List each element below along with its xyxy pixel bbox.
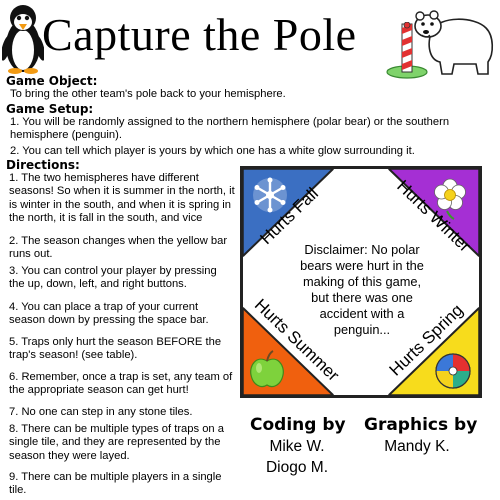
graphics-heading: Graphics by — [364, 415, 478, 435]
direction-item: 8. There can be multiple types of traps … — [9, 423, 224, 462]
graphics-name: Mandy K. — [384, 438, 450, 455]
game-setup-heading: Game Setup: — [6, 102, 94, 116]
setup-item: 1. You will be randomly assigned to the … — [10, 116, 450, 142]
page-title: Capture the Pole — [42, 9, 357, 60]
setup-item: 2. You can tell which player is yours by… — [10, 145, 415, 157]
game-object-heading: Game Object: — [6, 74, 98, 88]
polar-bear-icon — [414, 10, 494, 75]
beach-ball-icon — [435, 353, 471, 389]
direction-item: 5. Traps only hurt the season BEFORE the… — [9, 336, 222, 362]
directions-heading: Directions: — [6, 158, 80, 172]
disclaimer-text: Disclaimer: No polar bears were hurt in … — [300, 242, 424, 337]
direction-item: 6. Remember, once a trap is set, any tea… — [9, 371, 233, 397]
direction-item: 7. No one can step in any stone tiles. — [9, 406, 193, 418]
game-object-text: To bring the other team's pole back to y… — [10, 88, 286, 100]
direction-item: 2. The season changes when the yellow ba… — [9, 235, 228, 261]
penguin-icon — [2, 5, 44, 74]
direction-item: 1. The two hemispheres have different se… — [9, 172, 235, 225]
direction-item: 4. You can place a trap of your current … — [9, 301, 209, 327]
direction-item: 9. There can be multiple players in a si… — [9, 471, 222, 497]
coding-name: Mike W. — [269, 438, 325, 455]
header: Capture the Pole — [0, 0, 500, 80]
direction-item: 3. You can control your player by pressi… — [9, 265, 217, 291]
coding-name: Diogo M. — [265, 459, 329, 476]
game-instructions-page: Capture the Pole Game Object: To bring t… — [0, 0, 500, 500]
coding-heading: Coding by — [250, 415, 346, 435]
